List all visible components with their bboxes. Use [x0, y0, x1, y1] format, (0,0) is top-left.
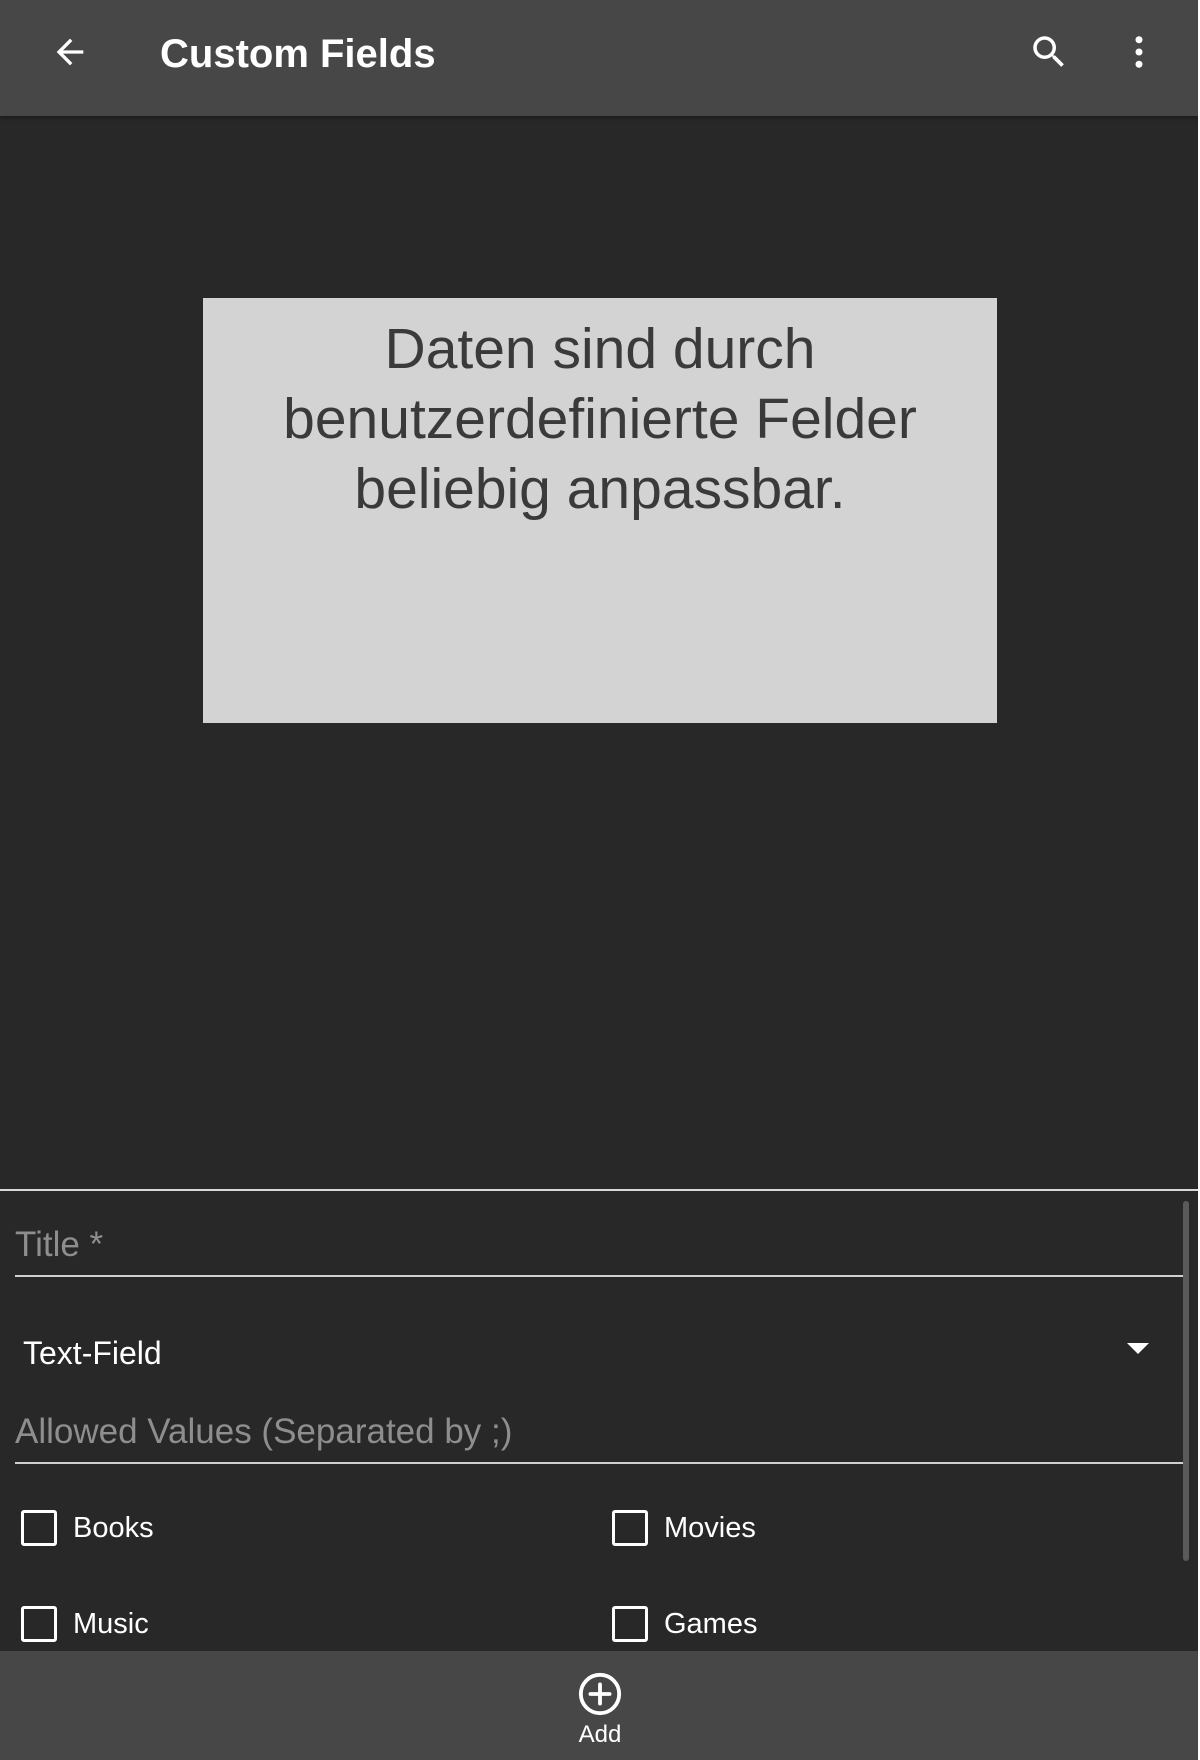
top-app-bar: Custom Fields: [0, 0, 1200, 116]
page-title: Custom Fields: [160, 32, 436, 76]
more-vertical-icon: [1135, 36, 1143, 68]
checkbox-music-label: Music: [73, 1607, 149, 1640]
dropdown-arrow-icon: [1127, 1343, 1149, 1354]
preview-image: Daten sind durch benutzerdefinierte Feld…: [203, 298, 997, 723]
checkbox-music[interactable]: Music: [21, 1594, 149, 1654]
form-scrollbar[interactable]: [1183, 1201, 1189, 1561]
add-circle-icon: [578, 1672, 622, 1716]
title-input[interactable]: [15, 1215, 1183, 1275]
checkbox-books[interactable]: Books: [21, 1498, 154, 1558]
checkbox-games-label: Games: [664, 1607, 758, 1640]
custom-field-form: Text-Field Books Movies Music Games: [0, 1189, 1200, 1653]
checkbox-movies[interactable]: Movies: [612, 1498, 756, 1558]
checkbox-movies-box[interactable]: [612, 1510, 648, 1546]
checkbox-games[interactable]: Games: [612, 1594, 757, 1654]
search-button[interactable]: [1013, 16, 1085, 88]
title-field[interactable]: [15, 1215, 1183, 1277]
back-button[interactable]: [34, 16, 106, 88]
checkbox-books-box[interactable]: [21, 1510, 57, 1546]
allowed-values-field[interactable]: [15, 1402, 1183, 1464]
checkbox-books-label: Books: [73, 1511, 154, 1544]
bottom-action-bar: Add: [0, 1651, 1200, 1760]
arrow-left-icon: [56, 38, 84, 66]
allowed-values-input[interactable]: [15, 1402, 1183, 1462]
checkbox-games-box[interactable]: [612, 1606, 648, 1642]
preview-image-text: Daten sind durch benutzerdefinierte Feld…: [283, 317, 917, 521]
add-button[interactable]: Add: [540, 1651, 660, 1760]
custom-fields-screen: Custom Fields Daten sind durch benutzerd…: [0, 0, 1200, 1760]
add-button-label: Add: [578, 1721, 622, 1748]
field-type-select[interactable]: Text-Field: [15, 1313, 1175, 1393]
field-type-value: Text-Field: [23, 1334, 162, 1371]
search-icon: [1033, 36, 1064, 67]
more-options-button[interactable]: [1103, 16, 1175, 88]
checkbox-music-box[interactable]: [21, 1606, 57, 1642]
checkbox-movies-label: Movies: [664, 1511, 756, 1544]
